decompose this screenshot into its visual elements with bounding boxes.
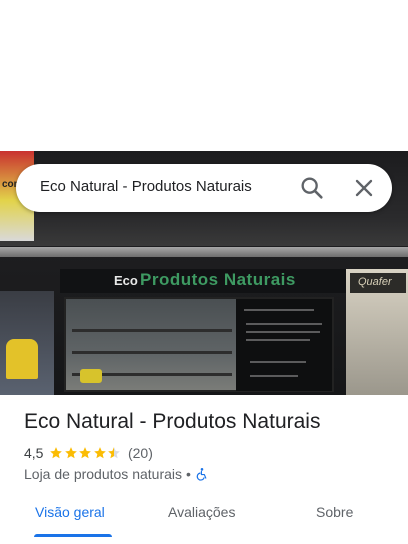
search-bar[interactable]: Eco Natural - Produtos Naturais [16,164,392,212]
category-row: Loja de produtos naturais • [24,465,209,483]
star-rating [49,446,122,460]
mannequin-shirt [6,339,38,379]
close-icon [355,179,373,197]
rating-row[interactable]: 4,5 (20) [24,444,153,462]
store-sign-name: Produtos Naturais [140,270,296,289]
separator: • [186,466,191,482]
close-button[interactable] [350,174,378,202]
wheelchair-accessible-icon [196,468,207,481]
place-title: Eco Natural - Produtos Naturais [24,410,321,433]
tab-reviews[interactable]: Avaliações [168,504,235,520]
store-sign-prefix: Eco [114,273,138,288]
tab-overview[interactable]: Visão geral [35,504,105,520]
ledge [0,247,408,257]
window-chalkboard [236,299,332,391]
search-button[interactable] [298,174,326,202]
star-icon [108,447,121,459]
place-category: Loja de produtos naturais [24,466,182,482]
window-sticker [80,369,102,383]
star-icon [79,447,92,459]
tab-about[interactable]: Sobre [316,504,353,520]
active-tab-indicator [34,534,112,537]
rating-value: 4,5 [24,445,44,461]
review-count[interactable]: (20) [128,445,153,461]
search-input[interactable]: Eco Natural - Produtos Naturais [40,178,252,195]
star-icon [65,447,77,459]
place-tabs: Visão geral Avaliações Sobre [0,496,408,544]
search-icon [301,177,323,199]
neighbor-sign-right-text: Quafer [358,276,392,288]
star-icon [94,447,106,459]
star-icon [50,447,63,459]
